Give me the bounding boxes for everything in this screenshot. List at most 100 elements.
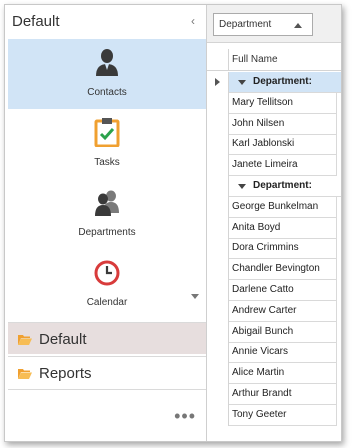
row-indicator [207, 72, 229, 93]
full-name-text: Karl Jablonski [232, 138, 295, 150]
full-name-text: Chandler Bevington [232, 263, 320, 275]
tasks-icon [94, 118, 120, 147]
group-row-cell[interactable]: Department: [229, 72, 341, 93]
chevron-down-icon[interactable] [238, 80, 246, 85]
group-row-label: Department: [253, 180, 312, 191]
row-indicator [207, 280, 229, 301]
nav-header: Default ‹ [5, 5, 206, 37]
navigation-pane: Default ‹ Contacts Tasks Departments Cal… [5, 5, 207, 441]
group-by-column-chip[interactable]: Department [213, 13, 313, 36]
full-name-cell[interactable]: Dora Crimmins [229, 238, 337, 260]
full-name-text: Mary Tellitson [232, 96, 293, 108]
table-row[interactable]: Chandler Bevington [207, 259, 341, 281]
module-label: Departments [78, 227, 136, 238]
full-name-text: John Nilsen [232, 117, 285, 129]
nav-footer: ••• [8, 389, 206, 441]
full-name-cell[interactable]: Darlene Catto [229, 280, 337, 301]
row-indicator [207, 238, 229, 260]
module-departments[interactable]: Departments [8, 179, 206, 249]
row-indicator [207, 92, 229, 114]
row-indicator [207, 217, 229, 239]
table-row[interactable]: Anita Boyd [207, 217, 341, 239]
module-contacts[interactable]: Contacts [8, 39, 206, 109]
calendar-icon [94, 260, 120, 286]
focused-row-arrow-icon [215, 78, 220, 86]
table-row[interactable]: Karl Jablonski [207, 134, 341, 156]
module-label: Tasks [94, 157, 120, 168]
full-name-text: Anita Boyd [232, 221, 281, 233]
column-header-full-name[interactable]: Full Name [232, 54, 278, 65]
collapse-pane-button[interactable]: ‹ [186, 14, 200, 28]
table-row[interactable]: Tony Geeter [207, 404, 341, 426]
full-name-cell[interactable]: Anita Boyd [229, 217, 337, 239]
module-tasks[interactable]: Tasks [8, 109, 206, 179]
nav-title: Default [12, 13, 60, 30]
folder-icon [18, 335, 32, 345]
row-indicator [207, 321, 229, 343]
full-name-text: Janete Limeira [232, 159, 298, 171]
full-name-cell[interactable]: Tony Geeter [229, 404, 337, 426]
row-indicator [207, 259, 229, 281]
full-name-text: Andrew Carter [232, 304, 297, 316]
group-reports[interactable]: Reports [8, 356, 206, 388]
table-row[interactable]: Arthur Brandt [207, 384, 341, 405]
departments-icon [95, 190, 119, 216]
full-name-text: Annie Vicars [232, 346, 288, 358]
column-header-row: Full Name [207, 49, 341, 71]
group-label: Reports [39, 365, 92, 382]
folder-icon [18, 369, 32, 379]
table-row[interactable]: Andrew Carter [207, 300, 341, 322]
chevron-down-icon[interactable] [238, 184, 246, 189]
table-row[interactable]: Janete Limeira [207, 155, 341, 177]
group-row[interactable]: Department: [207, 72, 341, 93]
group-label: Default [39, 331, 87, 348]
module-calendar[interactable]: Calendar [8, 249, 206, 319]
contacts-grid: Department Full Name Department: Mary Tel… [207, 5, 341, 441]
full-name-cell[interactable]: Chandler Bevington [229, 259, 337, 281]
full-name-text: Abigail Bunch [232, 325, 294, 337]
group-by-label: Department [219, 19, 272, 30]
row-indicator [207, 342, 229, 364]
group-default[interactable]: Default [8, 322, 206, 354]
table-row[interactable]: Dora Crimmins [207, 238, 341, 260]
row-indicator [207, 134, 229, 156]
full-name-text: Dora Crimmins [232, 242, 299, 254]
full-name-cell[interactable]: John Nilsen [229, 113, 337, 135]
full-name-cell[interactable]: Annie Vicars [229, 342, 337, 364]
more-options-icon[interactable]: ••• [174, 406, 196, 427]
full-name-cell[interactable]: Mary Tellitson [229, 92, 337, 114]
table-row[interactable]: Annie Vicars [207, 342, 341, 364]
table-row[interactable]: Mary Tellitson [207, 92, 341, 114]
table-row[interactable]: Abigail Bunch [207, 321, 341, 343]
full-name-cell[interactable]: Abigail Bunch [229, 321, 337, 343]
row-indicator [207, 196, 229, 218]
row-indicator [207, 384, 229, 405]
full-name-text: Tony Geeter [232, 408, 287, 420]
group-row-cell[interactable]: Department: [229, 176, 341, 197]
full-name-cell[interactable]: Arthur Brandt [229, 384, 337, 405]
full-name-cell[interactable]: Karl Jablonski [229, 134, 337, 156]
table-row[interactable]: George Bunkelman [207, 196, 341, 218]
table-row[interactable]: John Nilsen [207, 113, 341, 135]
full-name-text: Alice Martin [232, 367, 285, 379]
full-name-cell[interactable]: Janete Limeira [229, 155, 337, 177]
group-row[interactable]: Department: [207, 176, 341, 197]
row-indicator [207, 176, 229, 197]
row-indicator [207, 113, 229, 135]
row-indicator [207, 404, 229, 426]
table-row[interactable]: Alice Martin [207, 363, 341, 385]
row-indicator [207, 155, 229, 177]
table-row[interactable]: Darlene Catto [207, 280, 341, 301]
module-label: Contacts [87, 87, 127, 98]
full-name-cell[interactable]: Alice Martin [229, 363, 337, 385]
row-indicator [207, 300, 229, 322]
group-panel: Department [207, 5, 341, 43]
contacts-icon [96, 49, 118, 76]
chevron-down-icon[interactable] [191, 294, 199, 299]
sort-ascending-icon [294, 23, 302, 28]
full-name-cell[interactable]: Andrew Carter [229, 300, 337, 322]
group-row-label: Department: [253, 76, 312, 87]
full-name-cell[interactable]: George Bunkelman [229, 196, 337, 218]
module-label: Calendar [86, 297, 128, 308]
full-name-text: George Bunkelman [232, 200, 319, 212]
